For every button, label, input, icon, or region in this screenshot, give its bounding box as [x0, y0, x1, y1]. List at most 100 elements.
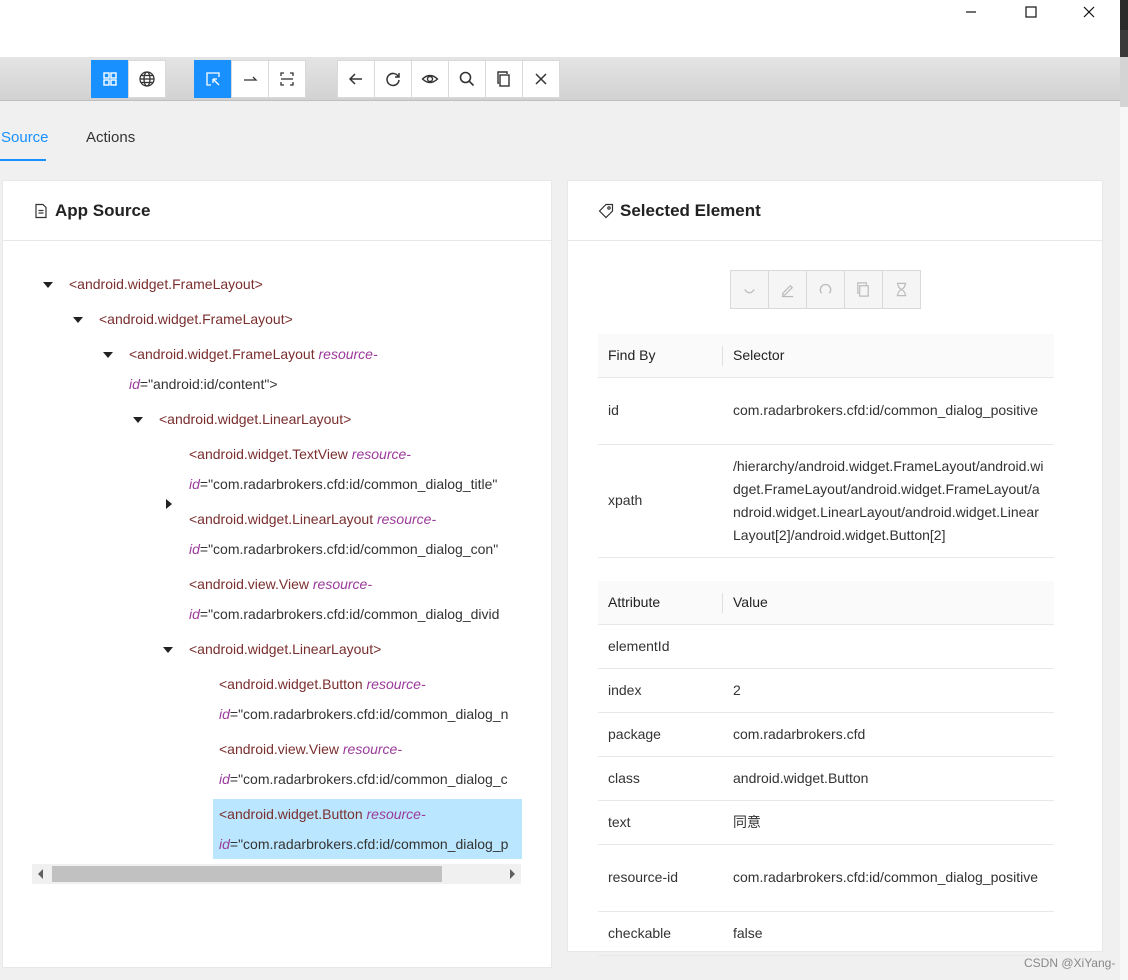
quit-session-button[interactable]	[522, 60, 560, 98]
inspector-tabs: Source Actions	[0, 101, 1120, 161]
tap-coordinates-button[interactable]	[268, 60, 306, 98]
select-element-icon	[206, 72, 220, 86]
find-by-header: Find By	[598, 334, 723, 378]
tree-node[interactable]: <android.widget.FrameLayout>	[99, 304, 293, 334]
maximize-button[interactable]	[1002, 0, 1060, 24]
caret-expanded-icon[interactable]	[163, 647, 173, 653]
app-source-header: App Source	[3, 181, 551, 241]
value-cell: com.radarbrokers.cfd	[723, 712, 1054, 757]
search-icon	[459, 71, 475, 87]
tap-coordinates-icon	[280, 72, 294, 86]
selector-cell[interactable]: com.radarbrokers.cfd:id/common_dialog_po…	[723, 377, 1054, 445]
table-row: index 2	[598, 668, 1054, 713]
tree-node[interactable]: <android.widget.LinearLayout resource-id…	[189, 504, 498, 564]
tree-node[interactable]: <android.widget.LinearLayout>	[159, 404, 351, 434]
copy-attributes-button[interactable]	[844, 270, 883, 309]
selected-element-header: Selected Element	[568, 181, 1102, 241]
caret-expanded-icon[interactable]	[133, 417, 143, 423]
tree-node-selected[interactable]: <android.widget.Button resource-id="com.…	[213, 799, 522, 859]
tree-node[interactable]: <android.view.View resource-id="com.rada…	[189, 569, 499, 629]
copy-icon	[497, 71, 510, 87]
tree-node[interactable]: <android.widget.LinearLayout>	[189, 634, 381, 664]
tap-button[interactable]	[730, 270, 769, 309]
attribute-cell: text	[598, 800, 723, 845]
app-mode-group	[91, 60, 166, 98]
tree-node[interactable]: <android.widget.Button resource-id="com.…	[219, 669, 508, 729]
copy-xml-button[interactable]	[485, 60, 523, 98]
minimize-icon	[966, 11, 976, 13]
attributes-table: Attribute Value elementId index 2 package…	[598, 581, 1054, 956]
tree-node[interactable]: <android.widget.FrameLayout>	[69, 269, 263, 299]
find-by-cell: xpath	[598, 444, 723, 558]
table-row: xpath /hierarchy/android.widget.FrameLay…	[598, 444, 1054, 558]
value-cell: android.widget.Button	[723, 756, 1054, 801]
tab-source[interactable]: Source	[1, 129, 49, 146]
close-window-button[interactable]	[1060, 0, 1118, 24]
watermark: CSDN @XiYang-	[1024, 956, 1116, 970]
web-mode-button[interactable]	[128, 60, 166, 98]
attribute-cell: elementId	[598, 624, 723, 669]
attribute-cell: class	[598, 756, 723, 801]
background-window-edge	[1120, 0, 1128, 980]
table-row: id com.radarbrokers.cfd:id/common_dialog…	[598, 377, 1054, 445]
tree-node[interactable]: <android.view.View resource-id="com.rada…	[219, 734, 508, 794]
app-source-panel: App Source <android.widget.FrameLayout> …	[2, 180, 552, 968]
horizontal-scrollbar[interactable]	[32, 864, 521, 884]
refresh-icon	[386, 72, 400, 87]
attribute-cell: package	[598, 712, 723, 757]
table-row: text 同意	[598, 800, 1054, 845]
table-row: package com.radarbrokers.cfd	[598, 712, 1054, 757]
tap-icon	[744, 289, 755, 294]
selector-header: Selector	[723, 334, 1054, 378]
caret-expanded-icon[interactable]	[43, 282, 53, 288]
tree-node[interactable]: <android.widget.TextView resource-id="co…	[189, 439, 497, 499]
scrollbar-thumb[interactable]	[52, 866, 442, 882]
clear-icon	[819, 283, 832, 294]
value-header: Value	[723, 581, 1054, 625]
scroll-right-arrow-icon[interactable]	[510, 869, 515, 879]
tree-node[interactable]: <android.widget.FrameLayout resource-id=…	[129, 339, 378, 399]
native-mode-button[interactable]	[91, 60, 129, 98]
window-titlebar	[0, 0, 1120, 57]
inspector-toolbar	[0, 57, 1120, 101]
active-tab-indicator	[0, 159, 46, 161]
select-elements-button[interactable]	[194, 60, 232, 98]
find-by-table: Find By Selector id com.radarbrokers.cfd…	[598, 334, 1054, 558]
caret-expanded-icon[interactable]	[73, 317, 83, 323]
scroll-left-arrow-icon[interactable]	[38, 869, 43, 879]
clear-button[interactable]	[806, 270, 845, 309]
table-row: class android.widget.Button	[598, 756, 1054, 801]
caret-collapsed-icon[interactable]	[166, 499, 172, 509]
globe-icon	[139, 71, 155, 87]
refresh-button[interactable]	[374, 60, 412, 98]
app-source-title: App Source	[55, 200, 151, 220]
attribute-cell: resource-id	[598, 844, 723, 912]
close-icon	[1083, 6, 1095, 18]
minimize-button[interactable]	[942, 0, 1000, 24]
swipe-icon	[244, 76, 258, 81]
value-cell: 2	[723, 668, 1054, 713]
element-actions-group	[730, 270, 921, 309]
grid-icon	[103, 72, 117, 86]
attribute-cell: checkable	[598, 911, 723, 956]
back-icon	[348, 73, 362, 85]
swipe-mode-button[interactable]	[231, 60, 269, 98]
table-row: checkable false	[598, 911, 1054, 956]
table-row: elementId	[598, 624, 1054, 669]
tab-actions[interactable]: Actions	[86, 129, 135, 146]
copy-icon	[857, 282, 869, 297]
selector-cell[interactable]: /hierarchy/android.widget.FrameLayout/an…	[723, 444, 1054, 558]
close-session-icon	[535, 73, 547, 85]
caret-expanded-icon[interactable]	[103, 352, 113, 358]
timing-button[interactable]	[882, 270, 921, 309]
value-cell: false	[723, 911, 1054, 956]
value-cell	[723, 624, 1054, 669]
search-for-element-eye-button[interactable]	[411, 60, 449, 98]
search-button[interactable]	[448, 60, 486, 98]
value-cell: com.radarbrokers.cfd:id/common_dialog_po…	[723, 844, 1054, 912]
send-keys-button[interactable]	[768, 270, 807, 309]
attribute-cell: index	[598, 668, 723, 713]
value-cell: 同意	[723, 800, 1054, 845]
back-button[interactable]	[337, 60, 375, 98]
file-text-icon	[35, 203, 47, 218]
